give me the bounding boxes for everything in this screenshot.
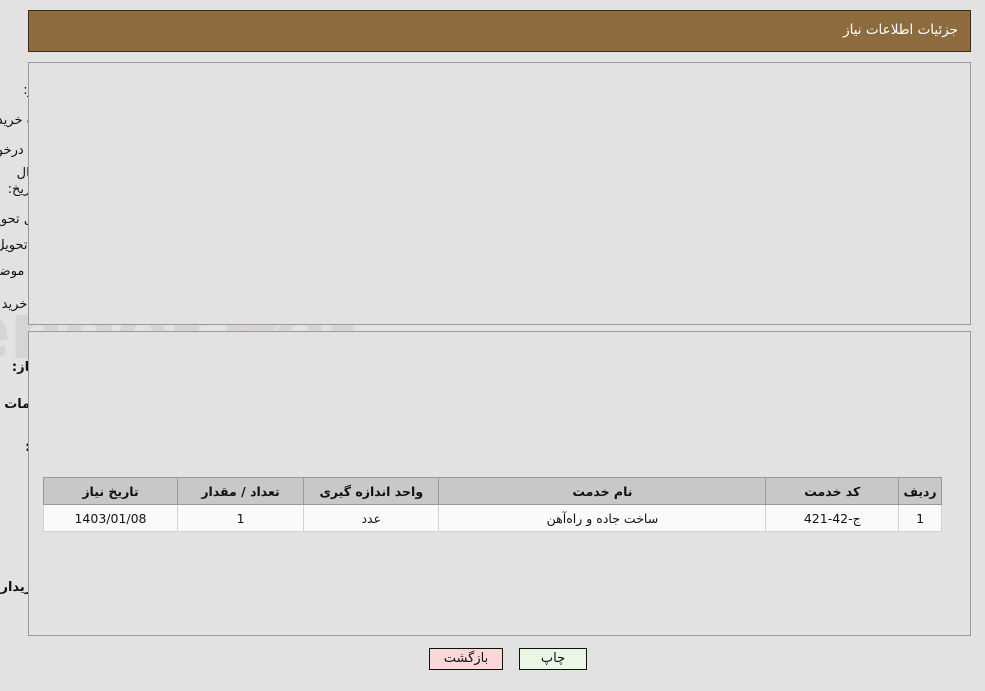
page-header-bar: جزئیات اطلاعات نیاز xyxy=(28,10,971,52)
table-row: 1 ج-42-421 ساخت جاده و راه‌آهن عدد 1 140… xyxy=(43,504,942,532)
cell-unit: عدد xyxy=(303,504,440,532)
need-details-page: AriaTender.net جزئیات اطلاعات نیاز شماره… xyxy=(0,0,985,691)
cell-service-code: ج-42-421 xyxy=(765,504,900,532)
table-header-row: ردیف کد خدمت نام خدمت واحد اندازه گیری ت… xyxy=(43,477,942,505)
cell-need-date: 1403/01/08 xyxy=(43,504,178,532)
col-quantity: تعداد / مقدار xyxy=(176,477,305,505)
col-row-no: ردیف xyxy=(898,477,942,505)
cell-row-no: 1 xyxy=(898,504,942,532)
summary-panel xyxy=(28,62,971,325)
page-title: جزئیات اطلاعات نیاز xyxy=(843,22,958,38)
cell-service-name: ساخت جاده و راه‌آهن xyxy=(438,504,767,532)
col-service-code: کد خدمت xyxy=(765,477,900,505)
services-table: ردیف کد خدمت نام خدمت واحد اندازه گیری ت… xyxy=(43,477,942,532)
cell-quantity: 1 xyxy=(176,504,305,532)
col-unit: واحد اندازه گیری xyxy=(303,477,440,505)
col-need-date: تاریخ نیاز xyxy=(43,477,178,505)
col-service-name: نام خدمت xyxy=(438,477,767,505)
back-button[interactable]: بازگشت xyxy=(429,648,503,670)
print-button[interactable]: چاپ xyxy=(519,648,587,670)
